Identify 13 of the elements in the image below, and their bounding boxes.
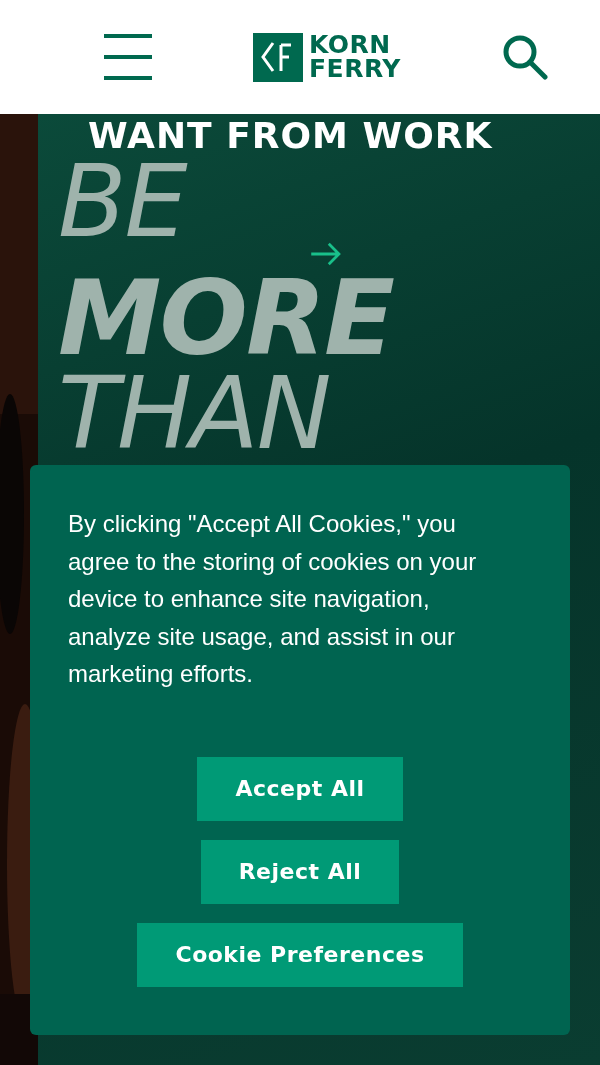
logo-icon <box>253 32 304 82</box>
hero-eyebrow: WANT FROM WORK <box>88 116 494 156</box>
hero-headline: MORE <box>58 268 394 368</box>
logo-text: KORN <box>309 33 392 57</box>
cookie-button[interactable]: Cookie Preferences <box>137 922 463 987</box>
hero-headline: BE <box>58 156 186 248</box>
cookie-button[interactable]: Reject All <box>200 839 400 904</box>
logo-text: FERRY <box>309 57 401 81</box>
search-icon[interactable] <box>502 34 548 80</box>
cookie-button[interactable]: Accept All <box>197 756 403 821</box>
cookie-message: By clicking "Accept All Cookies," you agree to the storing of cookies on your device to enhance site navigation, analyze site usage, and assist in our marketing efforts. <box>68 509 478 689</box>
hero-headline: THAN <box>58 368 330 460</box>
menu-icon[interactable] <box>104 34 152 80</box>
